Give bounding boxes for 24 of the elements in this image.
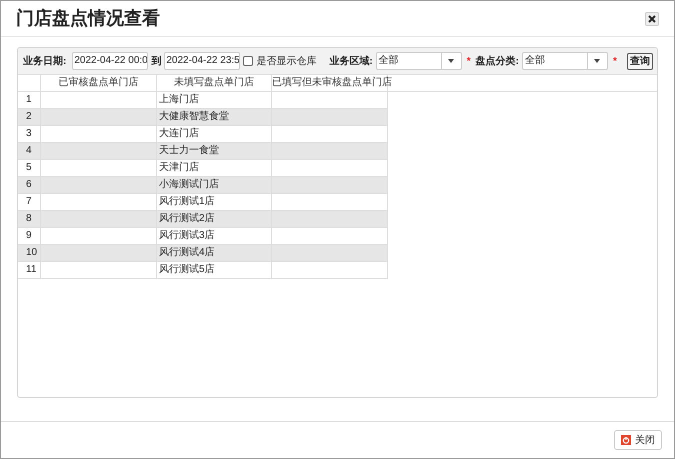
checkbox-label: 是否显示仓库 [256,54,316,68]
field-label: 业务区域: [329,54,373,68]
close-icon [648,14,656,22]
dropdown-field[interactable]: 全部 [376,52,462,70]
date-field[interactable]: 2022-04-22 00:0 [72,52,148,70]
date-field[interactable]: 2022-04-22 23:5 [164,52,240,70]
checkbox[interactable] [243,56,254,66]
power-icon [621,435,631,445]
column-header[interactable]: 已审核盘点单门店 [41,75,157,91]
query-button[interactable]: 查询 [626,52,653,70]
table-cell: 风行测试5店 [157,262,272,279]
dropdown-field[interactable]: 全部 [522,52,608,70]
close-button[interactable] [645,12,659,26]
column-header[interactable]: 未填写盘点单门店 [157,75,272,91]
caret-icon [594,59,600,63]
close-dialog-button[interactable]: 关闭 [614,430,662,450]
date-label: 业务日期: [23,54,66,68]
caret-icon [448,59,454,63]
required-mark: * [612,54,617,68]
window-title: 门店盘点情况查看 [16,7,160,30]
required-mark: * [466,54,471,68]
to-label: 到 [151,54,162,68]
row-number: 11 [18,262,41,279]
field-label: 盘点分类: [476,54,519,68]
